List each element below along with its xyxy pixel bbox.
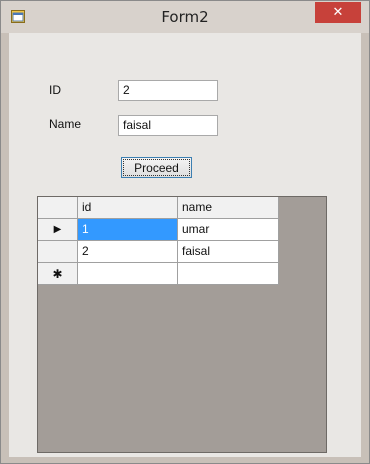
data-grid-view[interactable]: id name ▶ 1 umar 2 faisal ✱ [37,196,327,453]
row-header-current[interactable]: ▶ [38,219,78,241]
id-label: ID [49,83,61,97]
row-header[interactable] [38,241,78,263]
grid-cell-id[interactable]: 1 [78,219,178,241]
new-row-cell-name[interactable] [178,263,279,285]
current-row-arrow-icon: ▶ [53,224,62,235]
name-textbox[interactable]: faisal [118,115,218,136]
close-icon: ✕ [332,5,344,20]
proceed-button[interactable]: Proceed [121,157,192,178]
title-bar[interactable]: Form2 ✕ [1,1,369,33]
form2-window: Form2 ✕ ID 2 Name faisal Proceed id name… [0,0,370,464]
grid-corner-header[interactable] [38,197,78,219]
name-label: Name [49,117,82,131]
new-row-asterisk-icon: ✱ [52,266,63,281]
window-title: Form2 [161,8,209,26]
id-textbox[interactable]: 2 [118,80,218,101]
grid-cell-id[interactable]: 2 [78,241,178,263]
close-button[interactable]: ✕ [315,2,361,23]
grid-cell-name[interactable]: umar [178,219,279,241]
column-header-id[interactable]: id [78,197,178,219]
form-client-area: ID 2 Name faisal Proceed id name ▶ 1 uma… [9,33,361,457]
column-header-name[interactable]: name [178,197,279,219]
grid-cell-name[interactable]: faisal [178,241,279,263]
new-row-header[interactable]: ✱ [38,263,78,285]
new-row-cell-id[interactable] [78,263,178,285]
